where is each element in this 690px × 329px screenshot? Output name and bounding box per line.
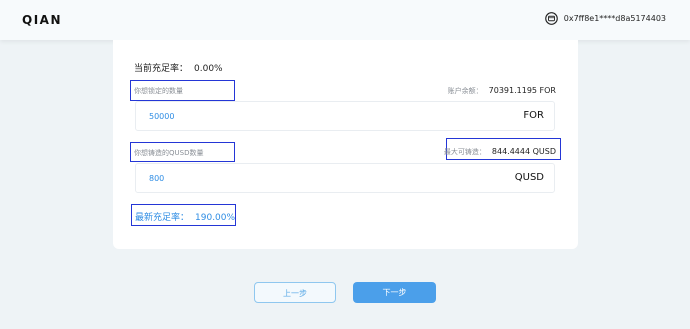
app-logo[interactable]: QIAN [22, 13, 62, 27]
lock-unit: FOR [523, 110, 544, 121]
wallet-connection[interactable]: 0x7ff8e1****d8a5174403 [544, 12, 666, 25]
new-rate-label: 最新充足率： [135, 213, 190, 223]
mint-form-card: 当前充足率： 0.00% 你想锁定的数量 账户余额： 70391.1195 FOR … [113, 40, 578, 249]
lock-amount-value[interactable]: 50000 [149, 112, 174, 121]
current-rate: 当前充足率： 0.00% [134, 61, 223, 74]
account-balance: 账户余额： 70391.1195 FOR [448, 86, 556, 96]
mint-unit: QUSD [514, 172, 544, 183]
max-mint-label: 最大可铸造： [443, 148, 486, 156]
max-mint: 最大可铸造： 844.4444 QUSD [444, 147, 556, 157]
balance-label: 账户余额： [447, 87, 483, 95]
current-rate-value: 0.00% [194, 64, 223, 74]
wallet-icon [544, 12, 558, 25]
balance-value: 70391.1195 FOR [488, 86, 556, 95]
lock-amount-input[interactable]: 50000 FOR [135, 101, 555, 131]
new-rate: 最新充足率： 190.00% [135, 210, 235, 223]
max-mint-value: 844.4444 QUSD [491, 147, 556, 156]
lock-amount-label: 你想锁定的数量 [134, 87, 183, 95]
mint-amount-label: 你想铸造的QUSD数量 [134, 149, 204, 157]
mint-amount-input[interactable]: 800 QUSD [135, 163, 555, 193]
next-step-button[interactable]: 下一步 [353, 282, 436, 303]
wallet-address: 0x7ff8e1****d8a5174403 [563, 14, 666, 23]
mint-amount-value[interactable]: 800 [149, 174, 164, 183]
top-bar: QIAN 0x7ff8e1****d8a5174403 [0, 0, 690, 40]
previous-step-button[interactable]: 上一步 [254, 282, 336, 303]
current-rate-label: 当前充足率： [134, 64, 189, 74]
new-rate-value: 190.00% [195, 213, 236, 223]
